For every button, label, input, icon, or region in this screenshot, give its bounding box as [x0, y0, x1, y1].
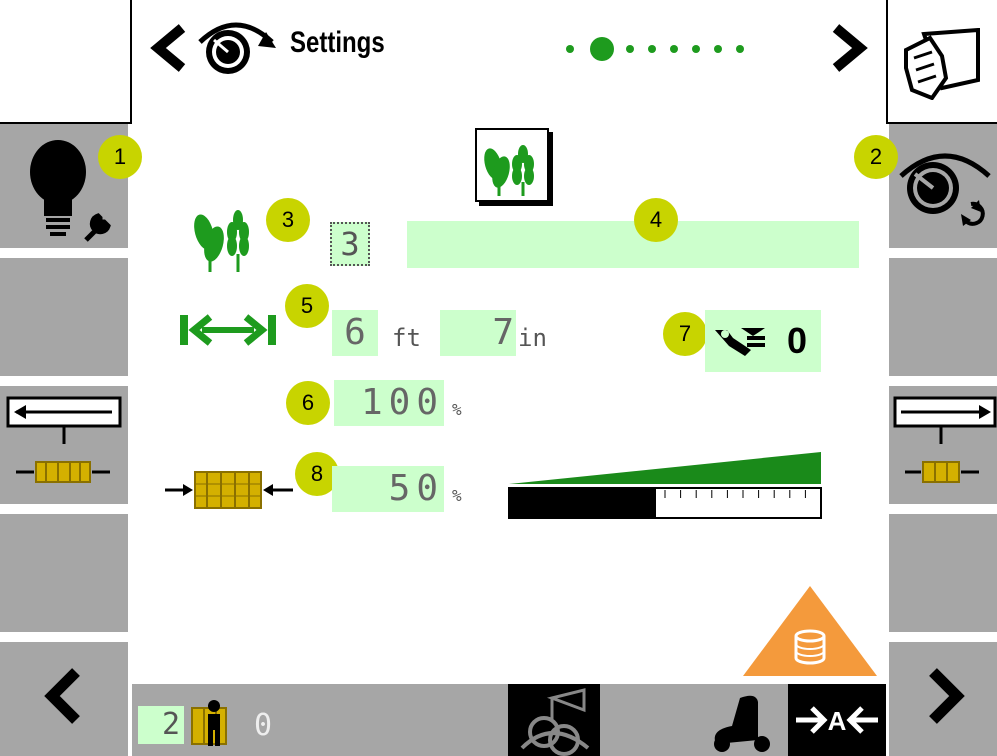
callout-badge-5: 5 — [285, 284, 329, 328]
crop-type-icon — [194, 210, 249, 272]
crop-header-icon — [475, 128, 555, 208]
previous-page-chevron-icon[interactable] — [148, 22, 190, 74]
drive-speed-button[interactable] — [889, 124, 997, 248]
knotter-icon — [715, 328, 765, 356]
page-title: Settings — [290, 26, 385, 59]
page-dot — [714, 45, 722, 53]
bale-length-increase-button[interactable] — [889, 386, 997, 504]
density-bar — [508, 452, 822, 519]
crop-number-box[interactable]: 3 — [330, 222, 370, 266]
auto-mode-tile[interactable]: A — [788, 684, 886, 756]
next-button[interactable] — [889, 642, 997, 756]
density-value: 50 — [388, 468, 444, 509]
page-dot — [648, 45, 656, 53]
page-dot — [670, 45, 678, 53]
density-fill — [509, 488, 656, 518]
manual-hand-icon — [904, 28, 980, 100]
auto-mode-icon: A — [796, 706, 878, 736]
operator-number-field[interactable]: 2 — [138, 706, 184, 744]
callout-badge-2: 2 — [854, 135, 898, 179]
knotter-value: 0 — [787, 320, 808, 361]
speedometer-icon — [198, 22, 276, 74]
page-dot — [626, 45, 634, 53]
callout-badge-1: 1 — [98, 135, 142, 179]
bale-length-decrease-icon — [6, 396, 122, 483]
page-dot-current — [590, 37, 614, 61]
knotter-field[interactable]: 0 — [705, 310, 821, 372]
density-field[interactable]: 50 — [332, 466, 444, 512]
bale-warning-icon[interactable] — [741, 584, 879, 678]
left-button-blank-1[interactable] — [0, 258, 128, 376]
feet-unit-label: ft — [392, 324, 421, 352]
pressure-field[interactable]: 100 — [334, 380, 444, 426]
callout-badge-7: 7 — [663, 312, 707, 356]
pickup-icon[interactable] — [706, 690, 778, 752]
bale-length-increase-icon — [893, 396, 997, 483]
page-indicator — [560, 34, 760, 64]
svg-text:A: A — [828, 706, 847, 736]
pressure-value: 100 — [360, 382, 444, 423]
bale-length-feet-field[interactable]: 6 — [332, 310, 378, 356]
chevron-right-icon — [929, 668, 965, 724]
speedometer-refresh-icon — [899, 153, 991, 226]
right-button-blank-2[interactable] — [889, 514, 997, 632]
operator-number-value: 2 — [161, 707, 180, 742]
pressure-unit-label: % — [452, 400, 462, 419]
bale-length-inches-field[interactable]: 7 — [440, 310, 516, 356]
page-dot — [736, 45, 744, 53]
crop-name-field[interactable] — [407, 221, 859, 268]
knotter-status-tile[interactable] — [508, 684, 600, 756]
manual-button[interactable] — [888, 0, 997, 122]
header-left-divider — [130, 0, 132, 122]
operator-bale-icon — [191, 700, 227, 746]
bale-compression-icon — [165, 471, 293, 509]
callout-badge-3: 3 — [266, 198, 310, 242]
page-dot — [692, 45, 700, 53]
bale-length-decrease-button[interactable] — [0, 386, 128, 504]
right-button-blank-1[interactable] — [889, 258, 997, 376]
callout-badge-6: 6 — [286, 381, 330, 425]
crop-number-value: 3 — [340, 225, 360, 263]
footer-bar: 2 0 A — [132, 684, 886, 756]
chevron-left-icon — [44, 668, 80, 724]
bale-length-feet-value: 6 — [344, 312, 366, 353]
bale-count-value: 0 — [254, 708, 273, 743]
header-bar: Settings — [0, 0, 997, 122]
callout-badge-4: 4 — [634, 198, 678, 242]
bale-length-inches-value: 7 — [492, 312, 514, 353]
left-button-blank-2[interactable] — [0, 514, 128, 632]
knot-icon — [520, 688, 590, 756]
density-unit-label: % — [452, 486, 462, 505]
inches-unit-label: in — [518, 324, 547, 352]
page-dot — [566, 45, 574, 53]
density-ramp — [509, 452, 821, 484]
bale-length-arrows-icon — [180, 314, 276, 346]
next-page-chevron-icon[interactable] — [828, 22, 870, 74]
previous-button[interactable] — [0, 642, 128, 756]
